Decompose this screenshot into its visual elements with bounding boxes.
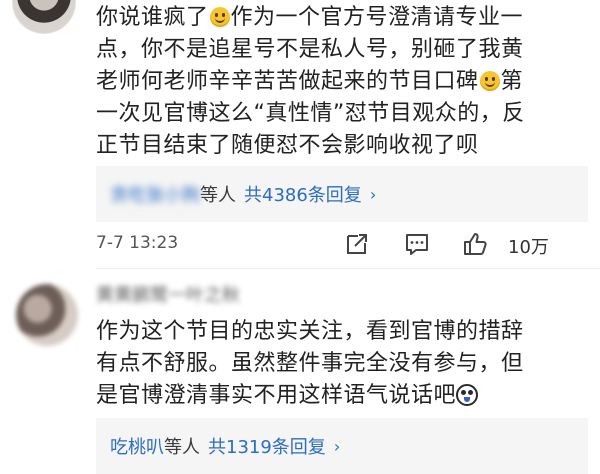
dog-emoji-icon bbox=[456, 384, 479, 406]
reply-usernames[interactable]: 贪吃张小狗 bbox=[110, 181, 200, 207]
avatar[interactable] bbox=[16, 284, 78, 346]
timestamp: 7-7 13:23 bbox=[96, 233, 179, 253]
replies-summary[interactable]: 贪吃张小狗 等人 共4386条回复 › bbox=[96, 166, 588, 222]
comment-text: 正节目结束了随便怼不会影响收视了呗 bbox=[96, 133, 479, 158]
comment-body: 你说谁疯了 作为一个官方号澄清请专业一 点，你不是追星号不是私人号，别砸了我黄 老… bbox=[96, 2, 588, 162]
comment-text: 点，你不是追星号不是私人号，别砸了我黄 bbox=[96, 37, 524, 62]
reply-usernames[interactable]: 吃桃叭 bbox=[110, 433, 164, 459]
username[interactable]: 黄黄鹂鹭一叶之秋 bbox=[96, 281, 240, 307]
share-icon[interactable] bbox=[344, 231, 370, 257]
avatar[interactable] bbox=[12, 0, 76, 34]
chevron-right-icon: › bbox=[333, 436, 341, 456]
smile-emoji-icon bbox=[209, 7, 230, 27]
like-icon[interactable] bbox=[462, 231, 488, 257]
comment-body: 作为这个节目的忠实关注，看到官博的措辞 有点不舒服。虽然整件事完全没有参与，但 … bbox=[96, 316, 588, 412]
comment-text: 老师何老师辛辛苦苦做起来的节目口碑 bbox=[96, 69, 479, 94]
reply-etc: 等人 bbox=[200, 185, 236, 206]
reply-count[interactable]: 共1319条回复 bbox=[208, 433, 326, 459]
divider bbox=[96, 268, 600, 269]
comment-actions: 7-7 13:23 10万 bbox=[96, 229, 588, 259]
reply-count[interactable]: 共4386条回复 bbox=[244, 181, 362, 207]
chevron-right-icon: › bbox=[369, 184, 377, 204]
comment-text: 有点不舒服。虽然整件事完全没有参与，但 bbox=[96, 351, 524, 376]
reply-etc: 等人 bbox=[164, 437, 200, 458]
smile-emoji-icon bbox=[479, 71, 500, 91]
comment-text: 一次见官博这么“真性情”怼节目观众的，反 bbox=[96, 101, 525, 126]
comment-text: 第 bbox=[500, 69, 524, 94]
comment-icon[interactable] bbox=[404, 231, 430, 257]
comment-text: 你说谁疯了 bbox=[96, 5, 209, 30]
like-count: 10万 bbox=[508, 237, 549, 258]
comment-text: 是官博澄清事实不用这样语气说话吧 bbox=[96, 383, 457, 408]
replies-summary[interactable]: 吃桃叭 等人 共1319条回复 › bbox=[96, 418, 588, 474]
comment-text: 作为这个节目的忠实关注，看到官博的措辞 bbox=[96, 319, 524, 344]
comment-text: 作为一个官方号澄清请专业一 bbox=[230, 5, 524, 30]
